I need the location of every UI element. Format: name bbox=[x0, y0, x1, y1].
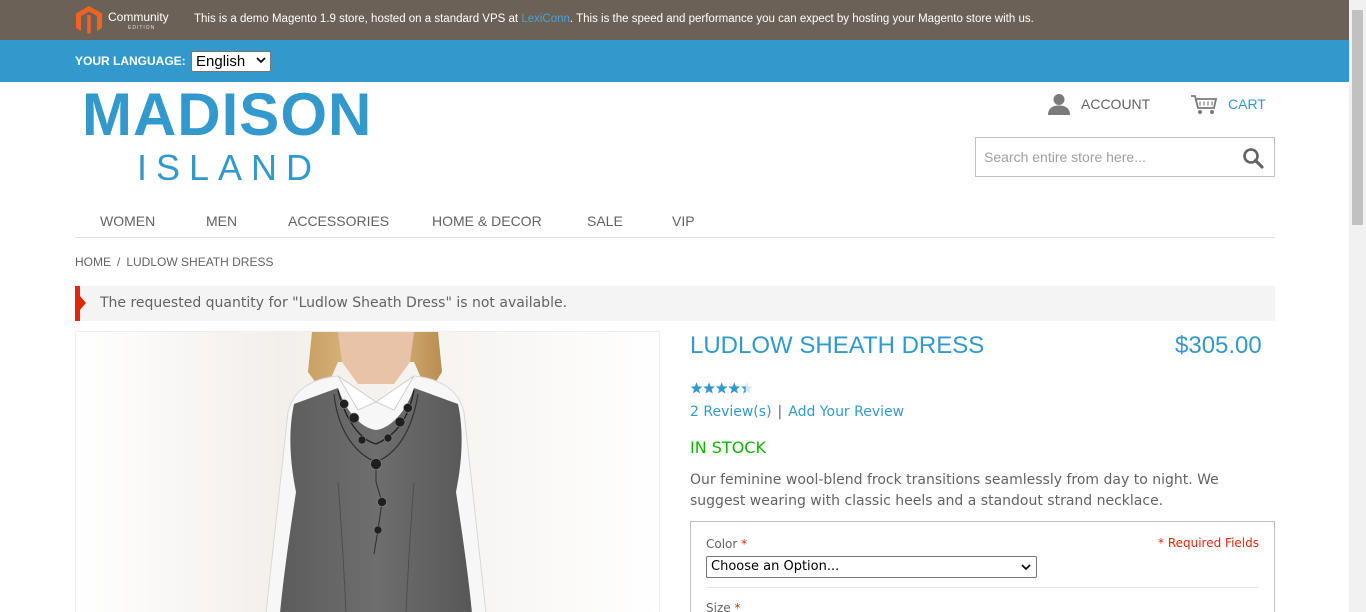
reviews-row: 2 Review(s) | Add Your Review bbox=[690, 404, 904, 420]
required-fields-note: * Required Fields bbox=[1158, 536, 1259, 550]
edition-label: EDITION bbox=[128, 25, 156, 31]
demo-notice-bar: Community EDITION This is a demo Magento… bbox=[0, 0, 1349, 40]
error-message-text: The requested quantity for "Ludlow Sheat… bbox=[100, 295, 568, 311]
search-box[interactable]: Search entire store here... bbox=[975, 137, 1275, 177]
demo-message: This is a demo Magento 1.9 store, hosted… bbox=[194, 13, 1034, 25]
search-input[interactable]: Search entire store here... bbox=[984, 149, 1146, 165]
breadcrumb-home[interactable]: HOME bbox=[75, 255, 111, 269]
color-select[interactable]: Choose an Option... bbox=[706, 556, 1037, 578]
star-icon bbox=[703, 382, 715, 394]
page-scrollbar[interactable] bbox=[1349, 0, 1366, 612]
nav-item-vip[interactable]: VIP bbox=[672, 213, 695, 229]
language-bar: YOUR LANGUAGE: English bbox=[0, 40, 1349, 82]
star-rating-icon bbox=[690, 382, 753, 394]
chevron-down-icon bbox=[1021, 564, 1031, 571]
language-label: YOUR LANGUAGE: bbox=[75, 54, 186, 68]
star-icon bbox=[715, 382, 728, 394]
options-divider bbox=[706, 587, 1259, 588]
cart-link[interactable]: CART bbox=[1190, 92, 1266, 116]
product-options: Color * * Required Fields Choose an Opti… bbox=[690, 521, 1275, 612]
breadcrumb-separator: / bbox=[117, 255, 121, 269]
nav-item-home-decor[interactable]: HOME & DECOR bbox=[432, 213, 542, 229]
product-name: LUDLOW SHEATH DRESS bbox=[690, 332, 985, 359]
reviews-separator: | bbox=[777, 404, 783, 420]
account-label: ACCOUNT bbox=[1081, 96, 1151, 112]
product-short-description: Our feminine wool-blend frock transition… bbox=[690, 472, 1219, 509]
nav-item-sale[interactable]: SALE bbox=[587, 213, 623, 229]
account-link[interactable]: ACCOUNT bbox=[1047, 92, 1150, 116]
user-icon bbox=[1048, 94, 1070, 115]
cart-label: CART bbox=[1228, 96, 1266, 112]
scrollbar-thumb[interactable] bbox=[1352, 10, 1363, 225]
error-marker-icon bbox=[80, 296, 86, 310]
product-image[interactable] bbox=[75, 331, 660, 612]
star-icon bbox=[728, 382, 741, 394]
lexiconn-link[interactable]: LexiConn bbox=[521, 13, 570, 25]
product-price: $305.00 bbox=[1175, 332, 1262, 359]
add-review-link[interactable]: Add Your Review bbox=[788, 404, 904, 420]
community-edition-label: Community bbox=[108, 10, 169, 24]
stock-status: IN STOCK bbox=[690, 438, 766, 457]
nav-item-men[interactable]: MEN bbox=[206, 213, 237, 229]
breadcrumb-current: LUDLOW SHEATH DRESS bbox=[126, 255, 274, 269]
logo-line-2: ISLAND bbox=[137, 147, 322, 188]
color-option-label: Color * bbox=[706, 537, 748, 551]
reviews-count-link[interactable]: 2 Review(s) bbox=[690, 404, 772, 420]
nav-item-women[interactable]: WOMEN bbox=[100, 213, 155, 229]
language-select[interactable]: English bbox=[191, 51, 271, 72]
nav-item-accessories[interactable]: ACCESSORIES bbox=[288, 213, 389, 229]
cart-icon bbox=[1191, 95, 1218, 114]
star-icon bbox=[690, 382, 703, 394]
magento-logo-icon bbox=[76, 6, 102, 34]
error-message: The requested quantity for "Ludlow Sheat… bbox=[75, 286, 1275, 321]
chevron-down-icon bbox=[256, 57, 266, 64]
size-option-label: Size * bbox=[706, 601, 741, 612]
search-icon[interactable] bbox=[1242, 147, 1264, 169]
main-navigation: WOMEN MEN ACCESSORIES HOME & DECOR SALE … bbox=[75, 206, 1275, 238]
logo-line-1: MADISON bbox=[82, 81, 373, 148]
product-photo-dress bbox=[76, 332, 659, 612]
breadcrumb: HOME / LUDLOW SHEATH DRESS bbox=[75, 255, 273, 269]
